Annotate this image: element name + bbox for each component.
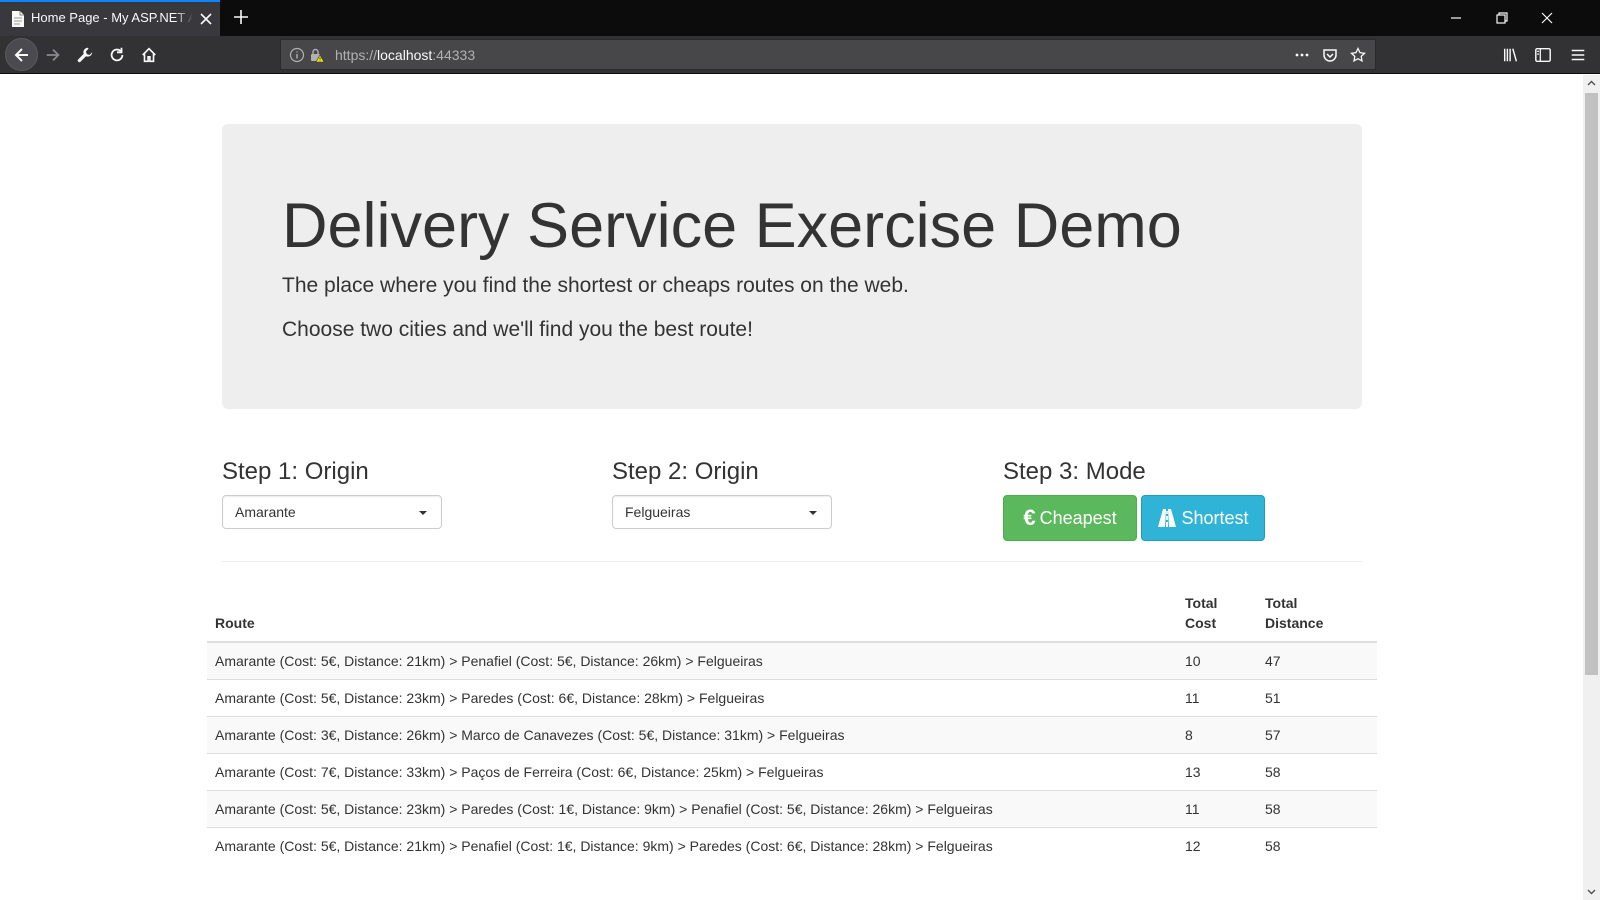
url-scheme: https:// [335, 47, 378, 63]
page-icon [12, 11, 24, 27]
table-row: Amarante (Cost: 5€, Distance: 21km) > Pe… [207, 641, 1377, 680]
route-cell: Amarante (Cost: 5€, Distance: 21km) > Pe… [207, 641, 1177, 680]
distance-cell: 57 [1257, 716, 1377, 754]
total-distance-header-line1: Total [1265, 595, 1298, 611]
step1-section: Step 1: Origin [222, 458, 369, 486]
vertical-scrollbar[interactable] [1583, 75, 1600, 900]
home-icon [142, 47, 156, 63]
sidebar-button[interactable] [1531, 43, 1555, 67]
insecure-lock-icon[interactable] [309, 47, 325, 63]
address-bar[interactable]: https://localhost:44333 [280, 39, 1376, 70]
table-row: Amarante (Cost: 7€, Distance: 33km) > Pa… [207, 753, 1377, 791]
more-actions-icon[interactable] [1294, 47, 1310, 63]
table-row: Amarante (Cost: 5€, Distance: 23km) > Pa… [207, 790, 1377, 828]
cost-cell: 8 [1177, 716, 1257, 754]
library-button[interactable] [1499, 43, 1523, 67]
close-window-icon[interactable] [1539, 10, 1555, 26]
developer-tools-button[interactable] [73, 43, 97, 67]
route-cell: Amarante (Cost: 5€, Distance: 21km) > Pe… [207, 827, 1177, 865]
cost-cell: 11 [1177, 790, 1257, 828]
page-viewport: Delivery Service Exercise Demo The place… [0, 75, 1600, 900]
scrollbar-thumb[interactable] [1585, 93, 1598, 675]
shortest-button-label: Shortest [1181, 507, 1249, 528]
distance-cell: 58 [1257, 753, 1377, 791]
road-icon [1158, 509, 1177, 527]
arrow-left-icon [14, 47, 28, 62]
routes-table: Route Total Cost Total Distance Amarante (… [207, 585, 1377, 865]
step3-section: Step 3: Mode [1003, 458, 1146, 486]
euro-icon: € [1023, 505, 1036, 530]
route-cell: Amarante (Cost: 5€, Distance: 23km) > Pa… [207, 790, 1177, 828]
route-cell: Amarante (Cost: 3€, Distance: 26km) > Ma… [207, 716, 1177, 754]
hero-jumbotron: Delivery Service Exercise Demo The place… [222, 124, 1362, 409]
url-text[interactable]: https://localhost:44333 [335, 47, 475, 63]
cost-cell: 12 [1177, 827, 1257, 865]
close-tab-icon[interactable] [198, 11, 214, 27]
restore-icon[interactable] [1494, 10, 1510, 26]
sidebar-icon [1535, 47, 1551, 63]
total-distance-column-header: Total Distance [1257, 585, 1377, 643]
table-row: Amarante (Cost: 3€, Distance: 26km) > Ma… [207, 716, 1377, 754]
minimize-icon[interactable] [1448, 10, 1464, 26]
destination-select[interactable]: Felgueiras [612, 495, 832, 529]
home-button[interactable] [137, 43, 161, 67]
hero-instruction-text: Choose two cities and we'll find you the… [282, 318, 753, 341]
tab-bar: Home Page - My ASP.NET Application [0, 0, 1600, 36]
arrow-right-icon [46, 48, 60, 62]
url-port: :44333 [432, 47, 476, 63]
step2-heading: Step 2: Origin [612, 458, 759, 485]
reload-icon [110, 47, 124, 62]
shortest-button[interactable]: Shortest [1141, 495, 1265, 541]
total-cost-header-line2: Cost [1185, 615, 1217, 631]
distance-cell: 58 [1257, 827, 1377, 865]
hero-lead-text: The place where you find the shortest or… [282, 274, 909, 297]
total-distance-header-line2: Distance [1265, 615, 1324, 631]
url-host: localhost [377, 47, 433, 63]
scroll-up-icon[interactable] [1587, 79, 1596, 88]
destination-select-value: Felgueiras [625, 504, 691, 520]
new-tab-icon[interactable] [232, 8, 250, 26]
bookmark-star-icon[interactable] [1350, 47, 1366, 63]
distance-cell: 51 [1257, 679, 1377, 717]
forward-button[interactable] [41, 43, 65, 67]
cheapest-button-label: Cheapest [1039, 507, 1117, 528]
distance-cell: 47 [1257, 641, 1377, 680]
step1-heading: Step 1: Origin [222, 458, 369, 485]
step2-section: Step 2: Origin [612, 458, 759, 486]
reload-button[interactable] [105, 43, 129, 67]
navigation-toolbar: https://localhost:44333 [0, 36, 1600, 74]
page-title: Delivery Service Exercise Demo [282, 191, 1182, 261]
table-row: Amarante (Cost: 5€, Distance: 23km) > Pa… [207, 679, 1377, 717]
distance-cell: 58 [1257, 790, 1377, 828]
table-row: Amarante (Cost: 5€, Distance: 21km) > Pe… [207, 827, 1377, 865]
cost-cell: 10 [1177, 641, 1257, 680]
total-cost-column-header: Total Cost [1177, 585, 1257, 643]
cheapest-button[interactable]: € Cheapest [1003, 495, 1137, 541]
menu-button[interactable] [1566, 43, 1590, 67]
cost-cell: 13 [1177, 753, 1257, 791]
wrench-icon [77, 47, 93, 63]
cost-cell: 11 [1177, 679, 1257, 717]
chevron-down-icon [809, 511, 817, 515]
back-button[interactable] [5, 38, 38, 71]
route-column-header: Route [207, 585, 1177, 643]
origin-select[interactable]: Amarante [222, 495, 442, 529]
chevron-down-icon [419, 511, 427, 515]
scroll-down-icon[interactable] [1587, 887, 1596, 896]
origin-select-value: Amarante [235, 504, 296, 520]
browser-tab[interactable]: Home Page - My ASP.NET Application [0, 0, 220, 36]
route-cell: Amarante (Cost: 5€, Distance: 23km) > Pa… [207, 679, 1177, 717]
hamburger-menu-icon [1571, 49, 1585, 61]
section-divider [222, 561, 1362, 562]
table-header-row: Route Total Cost Total Distance [207, 585, 1377, 643]
total-cost-header-line1: Total [1185, 595, 1218, 611]
library-icon [1503, 48, 1518, 62]
route-cell: Amarante (Cost: 7€, Distance: 33km) > Pa… [207, 753, 1177, 791]
pocket-icon[interactable] [1322, 47, 1338, 63]
info-icon[interactable] [289, 47, 305, 63]
step3-heading: Step 3: Mode [1003, 458, 1146, 485]
tab-title: Home Page - My ASP.NET Application [31, 10, 193, 25]
